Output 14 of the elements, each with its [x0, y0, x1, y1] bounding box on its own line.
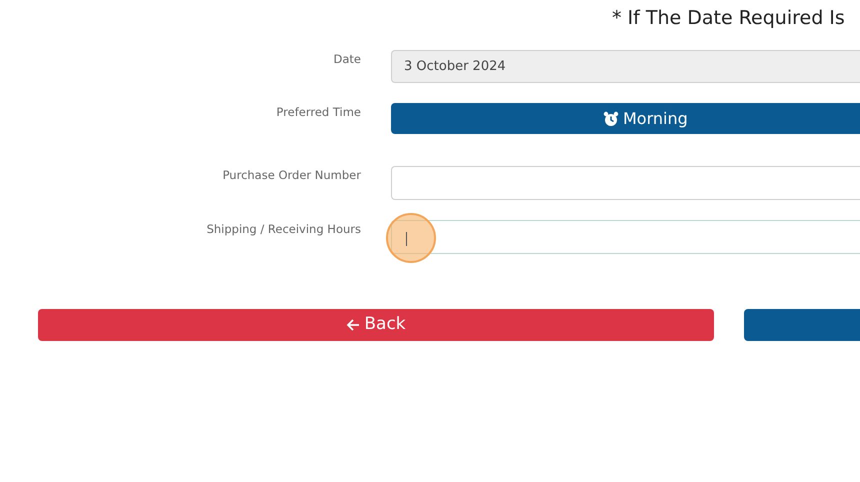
- field-label: Shipping / Receiving Hours: [206, 221, 361, 238]
- back-button[interactable]: Back: [38, 309, 714, 341]
- time-button[interactable]: Morning: [391, 103, 860, 134]
- input-field[interactable]: [391, 220, 860, 254]
- field-label: Purchase Order Number: [222, 167, 361, 184]
- next-button[interactable]: [744, 309, 860, 341]
- arrow-left-icon: [346, 318, 360, 332]
- field-label: Preferred Time: [275, 104, 361, 121]
- text-cursor: [406, 232, 407, 246]
- note-text: * If The Date Required Is: [612, 6, 845, 31]
- input-field[interactable]: [391, 166, 860, 200]
- alarm-clock-icon: [603, 110, 619, 126]
- field-label: Date: [332, 51, 361, 68]
- date-field[interactable]: 3 October 2024: [391, 50, 860, 83]
